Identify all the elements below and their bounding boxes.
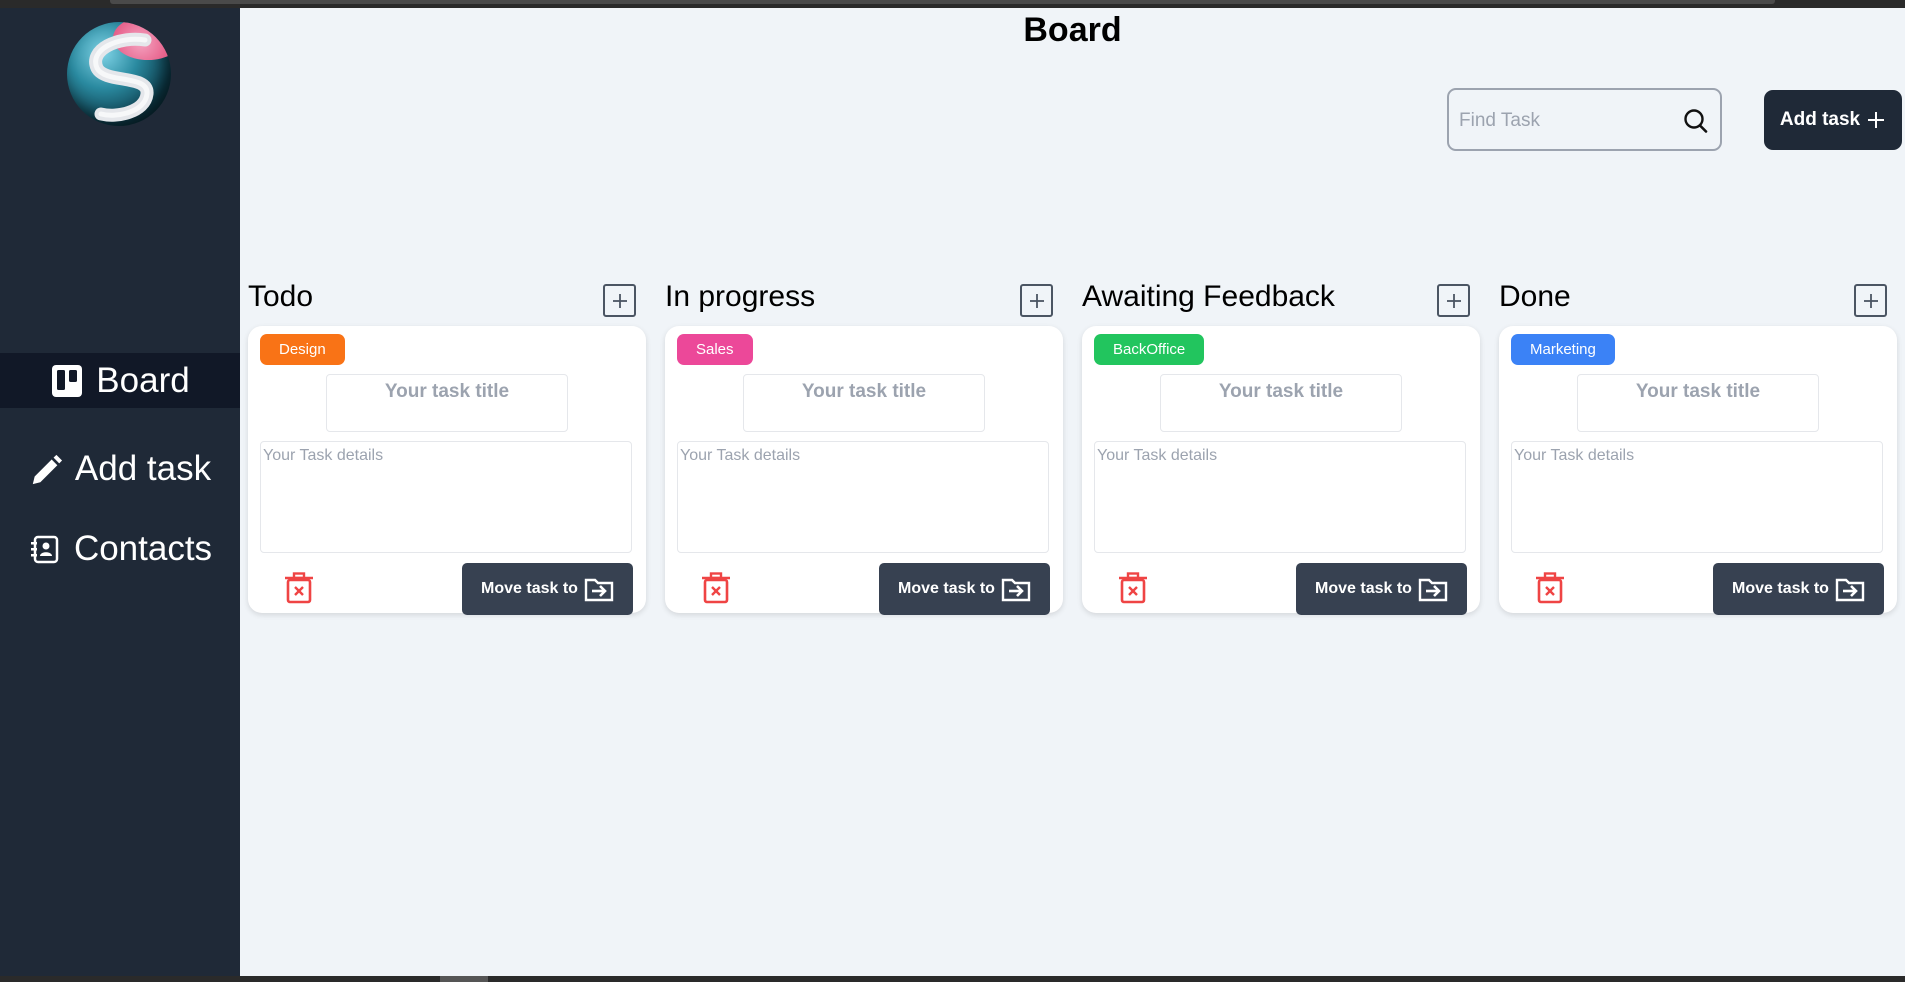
task-card[interactable]: Design Your task title Your Task details… <box>248 326 646 615</box>
task-title-field[interactable]: Your task title <box>743 374 985 432</box>
main-content: Board Add task Todo Design Your task tit… <box>240 8 1905 976</box>
column-title: Done <box>1499 280 1571 313</box>
move-task-label: Move task to <box>481 580 578 597</box>
add-card-button[interactable] <box>1020 284 1053 317</box>
category-tag[interactable]: BackOffice <box>1094 334 1205 365</box>
task-card[interactable]: Marketing Your task title Your Task deta… <box>1499 326 1897 615</box>
browser-top-bar <box>0 0 1905 8</box>
scrollbar-thumb[interactable] <box>440 976 488 982</box>
task-title-field[interactable]: Your task title <box>1577 374 1819 432</box>
nav-item-board[interactable]: Board <box>0 353 240 408</box>
plus-icon <box>1868 112 1885 128</box>
nav-item-label: Add task <box>74 449 212 488</box>
task-details-field[interactable]: Your Task details <box>1094 441 1466 553</box>
trash-icon[interactable] <box>701 572 731 604</box>
move-task-button[interactable]: Move task to <box>462 563 633 615</box>
folder-arrow-icon <box>584 578 614 602</box>
task-details-field[interactable]: Your Task details <box>260 441 632 553</box>
browser-tab-strip <box>110 0 1775 4</box>
search-input[interactable] <box>1457 102 1681 140</box>
plus-icon <box>1446 293 1461 308</box>
task-details-field[interactable]: Your Task details <box>677 441 1049 553</box>
move-task-label: Move task to <box>1315 580 1412 597</box>
category-tag[interactable]: Marketing <box>1511 334 1615 365</box>
folder-arrow-icon <box>1418 578 1448 602</box>
folder-arrow-icon <box>1001 578 1031 602</box>
search-icon[interactable] <box>1682 108 1708 134</box>
search-box <box>1447 88 1722 151</box>
folder-arrow-icon <box>1835 578 1865 602</box>
task-title-field[interactable]: Your task title <box>1160 374 1402 432</box>
nav-item-label: Board <box>96 360 190 400</box>
move-task-label: Move task to <box>1732 580 1829 597</box>
add-card-button[interactable] <box>1854 284 1887 317</box>
plus-icon <box>1029 293 1044 308</box>
category-tag[interactable]: Design <box>260 334 345 365</box>
task-details-field[interactable]: Your Task details <box>1511 441 1883 553</box>
add-card-button[interactable] <box>1437 284 1470 317</box>
page-title: Board <box>1023 11 1122 49</box>
task-card[interactable]: Sales Your task title Your Task details … <box>665 326 1063 615</box>
contacts-icon <box>28 532 62 566</box>
move-task-label: Move task to <box>898 580 995 597</box>
nav-item-contacts[interactable]: Contacts <box>0 521 240 577</box>
move-task-button[interactable]: Move task to <box>1713 563 1884 615</box>
trash-icon[interactable] <box>284 572 314 604</box>
board-icon <box>50 364 84 398</box>
nav-item-add-task[interactable]: Add task <box>0 441 240 497</box>
task-title-field[interactable]: Your task title <box>326 374 568 432</box>
column-title: In progress <box>665 280 816 313</box>
move-task-button[interactable]: Move task to <box>1296 563 1467 615</box>
trash-icon[interactable] <box>1118 572 1148 604</box>
move-task-button[interactable]: Move task to <box>879 563 1050 615</box>
add-card-button[interactable] <box>603 284 636 317</box>
nav-item-label: Contacts <box>73 529 213 568</box>
plus-icon <box>1863 293 1878 308</box>
column-title: Todo <box>248 280 314 313</box>
add-task-button-label: Add task <box>1779 109 1861 130</box>
logo-swirl <box>89 32 154 122</box>
pencil-icon <box>29 452 63 486</box>
column-title: Awaiting Feedback <box>1082 280 1335 313</box>
add-task-button[interactable]: Add task <box>1764 90 1902 150</box>
sidebar: Board Add task Contacts <box>0 8 240 976</box>
category-tag[interactable]: Sales <box>677 334 753 365</box>
app-logo[interactable] <box>67 22 171 126</box>
trash-icon[interactable] <box>1535 572 1565 604</box>
task-card[interactable]: BackOffice Your task title Your Task det… <box>1082 326 1480 615</box>
plus-icon <box>612 293 627 308</box>
browser-bottom-bar <box>0 976 1905 982</box>
